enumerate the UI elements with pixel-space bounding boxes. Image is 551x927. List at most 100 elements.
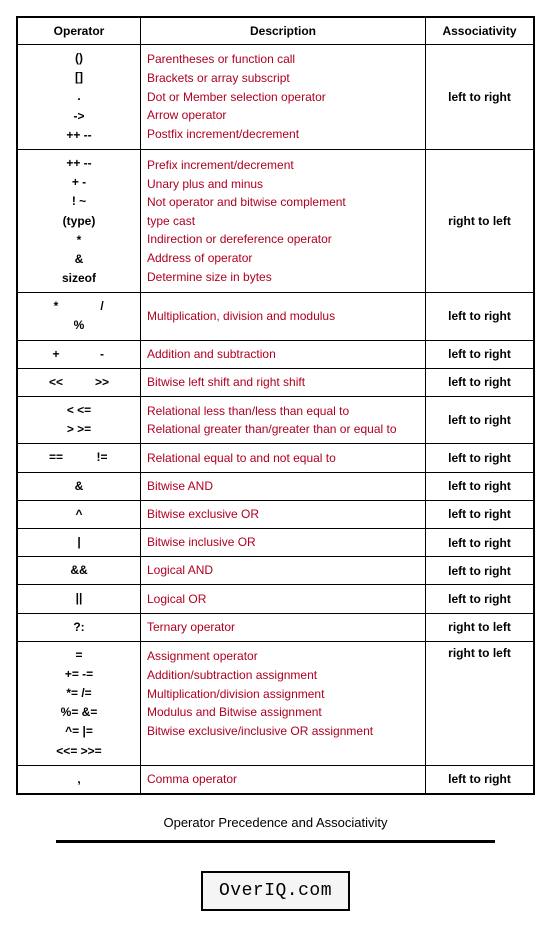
table-row: ()[].->++ --Parentheses or function call… <box>17 45 534 150</box>
operator-symbol: () <box>24 49 134 68</box>
operator-symbol: ^ <box>56 505 102 524</box>
operator-symbol: | <box>56 533 102 552</box>
description-line: Bitwise inclusive OR <box>147 533 419 552</box>
description-line: Brackets or array subscript <box>147 69 419 88</box>
operator-symbol: <<= >>= <box>24 742 134 761</box>
operator-symbol: = <box>24 646 134 665</box>
table-row: ++ --+ -! ~(type)*&sizeofPrefix incremen… <box>17 149 534 292</box>
associativity-cell: left to right <box>426 293 535 340</box>
description-line: Parentheses or function call <box>147 50 419 69</box>
operator-symbol: & <box>56 477 102 496</box>
operator-symbol: && <box>56 561 102 580</box>
description-line: Multiplication, division and modulus <box>147 307 419 326</box>
table-row: && Logical AND left to right <box>17 557 534 585</box>
table-row: =+= -=*= /=%= &=^= |=<<= >>=Assignment o… <box>17 641 534 765</box>
description-line: Addition/subtraction assignment <box>147 666 419 685</box>
operator-symbol: + <box>33 345 79 364</box>
header-operator: Operator <box>17 17 141 45</box>
description-line: type cast <box>147 212 419 231</box>
table-row: +-Addition and subtractionleft to right <box>17 340 534 368</box>
description-line: Bitwise exclusive OR <box>147 505 419 524</box>
description-line: Indirection or dereference operator <box>147 230 419 249</box>
operator-symbol: [] <box>24 68 134 87</box>
operator-cell: , <box>17 765 141 794</box>
description-line: Multiplication/division assignment <box>147 685 419 704</box>
operator-cell: ?: <box>17 613 141 641</box>
description-cell: Bitwise exclusive OR <box>141 500 426 528</box>
operator-symbol: & <box>24 250 134 269</box>
operator-cell: <<>> <box>17 368 141 396</box>
table-row: <<>> Bitwise left shift and right shift le… <box>17 368 534 396</box>
description-line: Prefix increment/decrement <box>147 156 419 175</box>
associativity-cell: left to right <box>426 585 535 613</box>
associativity-cell: right to left <box>426 149 535 292</box>
operator-cell: +- <box>17 340 141 368</box>
operator-symbol: ?: <box>56 618 102 637</box>
operator-symbol: << <box>33 373 79 392</box>
operator-cell: && <box>17 557 141 585</box>
description-line: Determine size in bytes <box>147 268 419 287</box>
description-cell: Comma operator <box>141 765 426 794</box>
description-line: Not operator and bitwise complement <box>147 193 419 212</box>
operator-cell: ==!= <box>17 444 141 472</box>
description-line: Bitwise exclusive/inclusive OR assignmen… <box>147 722 419 741</box>
associativity-cell: left to right <box>426 528 535 556</box>
description-cell: Parentheses or function callBrackets or … <box>141 45 426 150</box>
description-line: Bitwise AND <box>147 477 419 496</box>
description-line: Address of operator <box>147 249 419 268</box>
associativity-cell: left to right <box>426 397 535 444</box>
associativity-cell: right to left <box>426 641 535 765</box>
table-row: ^ Bitwise exclusive OR left to right <box>17 500 534 528</box>
description-cell: Bitwise left shift and right shift <box>141 368 426 396</box>
operator-cell: ()[].->++ -- <box>17 45 141 150</box>
table-row: < <=> >=Relational less than/less than e… <box>17 397 534 444</box>
table-row: | Bitwise inclusive OR left to right <box>17 528 534 556</box>
description-line: Logical AND <box>147 561 419 580</box>
operator-symbol: * <box>24 231 134 250</box>
operator-symbol: ++ -- <box>24 126 134 145</box>
description-cell: Relational less than/less than equal toR… <box>141 397 426 444</box>
description-line: Dot or Member selection operator <box>147 88 419 107</box>
description-line: Relational less than/less than equal to <box>147 402 419 421</box>
description-line: Unary plus and minus <box>147 175 419 194</box>
associativity-cell: left to right <box>426 472 535 500</box>
table-row: , Comma operator left to right <box>17 765 534 794</box>
operator-symbol: , <box>56 770 102 789</box>
description-cell: Relational equal to and not equal to <box>141 444 426 472</box>
operator-symbol: (type) <box>24 212 134 231</box>
description-cell: Bitwise inclusive OR <box>141 528 426 556</box>
caption-rule <box>56 840 495 843</box>
associativity-cell: left to right <box>426 500 535 528</box>
associativity-cell: left to right <box>426 45 535 150</box>
table-row: ?:Ternary operatorright to left <box>17 613 534 641</box>
header-description: Description <box>141 17 426 45</box>
header-row: Operator Description Associativity <box>17 17 534 45</box>
associativity-cell: left to right <box>426 368 535 396</box>
operator-symbol: + - <box>24 173 134 192</box>
description-line: Postfix increment/decrement <box>147 125 419 144</box>
associativity-cell: left to right <box>426 557 535 585</box>
table-row: */%Multiplication, division and modulusl… <box>17 293 534 340</box>
operator-symbol: ! ~ <box>24 192 134 211</box>
table-row: ==!=Relational equal to and not equal to… <box>17 444 534 472</box>
description-cell: Logical AND <box>141 557 426 585</box>
operator-cell: =+= -=*= /=%= &=^= |=<<= >>= <box>17 641 141 765</box>
description-line <box>147 740 419 759</box>
associativity-cell: left to right <box>426 765 535 794</box>
description-cell: Prefix increment/decrementUnary plus and… <box>141 149 426 292</box>
operator-cell: ^ <box>17 500 141 528</box>
description-line: Assignment operator <box>147 647 419 666</box>
operator-symbol: ^= |= <box>24 722 134 741</box>
operator-symbol: += -= <box>24 665 134 684</box>
table-row: & Bitwise AND left to right <box>17 472 534 500</box>
description-cell: Multiplication, division and modulus <box>141 293 426 340</box>
operator-symbol: *= /= <box>24 684 134 703</box>
header-associativity: Associativity <box>426 17 535 45</box>
description-cell: Assignment operatorAddition/subtraction … <box>141 641 426 765</box>
description-line: Modulus and Bitwise assignment <box>147 703 419 722</box>
associativity-cell: right to left <box>426 613 535 641</box>
description-cell: Addition and subtraction <box>141 340 426 368</box>
operator-symbol: -> <box>24 107 134 126</box>
description-line: Bitwise left shift and right shift <box>147 373 419 392</box>
description-line: Comma operator <box>147 770 419 789</box>
